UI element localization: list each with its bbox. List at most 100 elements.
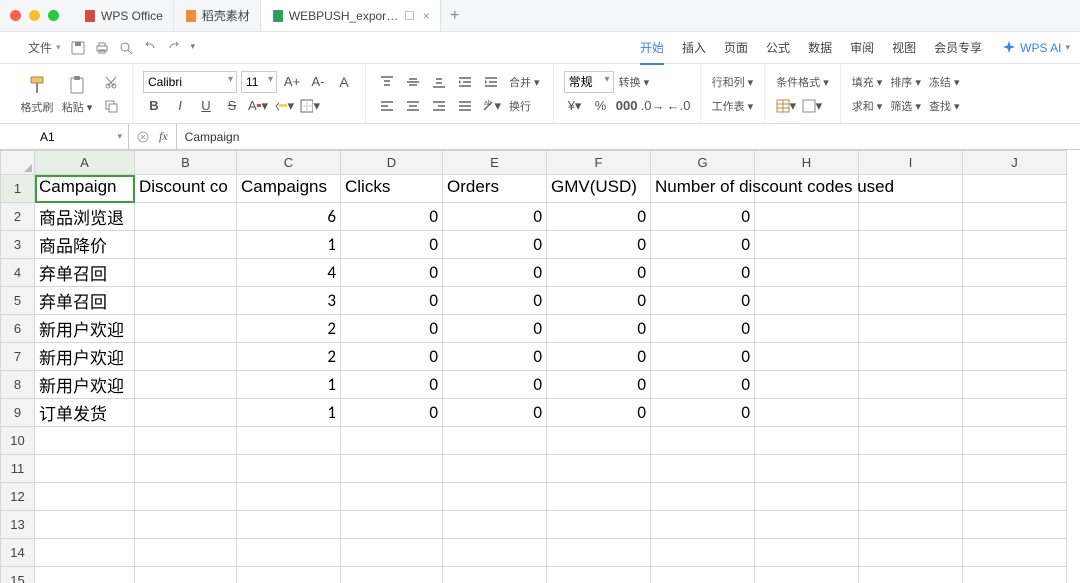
cell[interactable]: 0	[651, 371, 755, 399]
cell[interactable]	[651, 483, 755, 511]
autosum-button[interactable]: 求和 ▾	[851, 95, 884, 117]
cell[interactable]: 0	[651, 315, 755, 343]
cell[interactable]	[135, 231, 237, 259]
cell[interactable]	[963, 343, 1067, 371]
orientation-button[interactable]: ab▾	[480, 95, 502, 117]
cell[interactable]: 1	[237, 371, 341, 399]
strike-button[interactable]: S	[221, 95, 243, 117]
col-header[interactable]: G	[651, 151, 755, 175]
cell[interactable]	[859, 455, 963, 483]
cell[interactable]: 0	[547, 315, 651, 343]
cell[interactable]	[443, 511, 547, 539]
cell[interactable]	[443, 539, 547, 567]
undo-icon[interactable]	[143, 41, 157, 55]
cell[interactable]: 0	[341, 399, 443, 427]
cell[interactable]	[547, 483, 651, 511]
cell[interactable]	[963, 399, 1067, 427]
cell[interactable]	[963, 259, 1067, 287]
cell[interactable]: 0	[443, 399, 547, 427]
cell[interactable]: 商品浏览退	[35, 203, 135, 231]
indent-left-button[interactable]	[454, 71, 476, 93]
cell[interactable]	[859, 371, 963, 399]
col-header[interactable]: H	[755, 151, 859, 175]
cell[interactable]	[547, 567, 651, 583]
cell[interactable]: 弃单召回	[35, 259, 135, 287]
comma-button[interactable]: 000	[616, 95, 638, 117]
col-header[interactable]: A	[35, 151, 135, 175]
fill-color-button[interactable]: ▾	[273, 95, 295, 117]
cell[interactable]	[547, 539, 651, 567]
cell[interactable]	[341, 539, 443, 567]
row-header[interactable]: 9	[1, 399, 35, 427]
file-menu[interactable]: 文件 ▾	[10, 39, 61, 56]
cell[interactable]: 0	[341, 259, 443, 287]
cell[interactable]	[755, 175, 859, 203]
filter-button[interactable]: 筛选 ▾	[889, 95, 922, 117]
cancel-formula-icon[interactable]	[137, 131, 149, 143]
row-header[interactable]: 4	[1, 259, 35, 287]
copy-button[interactable]	[100, 95, 122, 117]
cell[interactable]	[859, 343, 963, 371]
close-window-icon[interactable]	[10, 10, 21, 21]
wps-ai-button[interactable]: WPS AI ▾	[1002, 41, 1070, 55]
col-header[interactable]: B	[135, 151, 237, 175]
cell[interactable]	[135, 203, 237, 231]
font-name-input[interactable]	[143, 71, 237, 93]
cell[interactable]	[237, 567, 341, 583]
cell[interactable]	[755, 287, 859, 315]
cell[interactable]	[963, 371, 1067, 399]
cell[interactable]	[35, 427, 135, 455]
dec-dec-button[interactable]: ←.0	[668, 95, 690, 117]
cell[interactable]: 新用户欢迎	[35, 343, 135, 371]
cell[interactable]	[135, 427, 237, 455]
cell[interactable]: 4	[237, 259, 341, 287]
cell[interactable]: 0	[341, 231, 443, 259]
col-header[interactable]: C	[237, 151, 341, 175]
cell[interactable]	[135, 511, 237, 539]
paste-button[interactable]: 粘贴 ▾	[60, 73, 94, 115]
cell[interactable]	[341, 427, 443, 455]
freeze-button[interactable]: 冻结 ▾	[928, 71, 961, 93]
cell[interactable]	[963, 203, 1067, 231]
cell[interactable]: 0	[547, 203, 651, 231]
indent-right-button[interactable]	[480, 71, 502, 93]
cell[interactable]: 1	[237, 399, 341, 427]
cell[interactable]: 1	[237, 231, 341, 259]
cell[interactable]: 0	[443, 371, 547, 399]
ribbon-tab[interactable]: 数据	[808, 39, 832, 56]
cell[interactable]	[237, 427, 341, 455]
cell[interactable]	[651, 539, 755, 567]
row-header[interactable]: 2	[1, 203, 35, 231]
cell[interactable]	[651, 511, 755, 539]
cell[interactable]: 0	[443, 343, 547, 371]
cell[interactable]	[341, 511, 443, 539]
currency-button[interactable]: ¥▾	[564, 95, 586, 117]
cell[interactable]: GMV(USD)	[547, 175, 651, 203]
cell[interactable]	[547, 455, 651, 483]
cell[interactable]: 0	[341, 203, 443, 231]
cell[interactable]: 0	[443, 287, 547, 315]
cell[interactable]	[135, 567, 237, 583]
cell[interactable]: 0	[443, 259, 547, 287]
cond-format-button[interactable]: 条件格式 ▾	[775, 71, 830, 93]
cell[interactable]: 0	[547, 259, 651, 287]
cell[interactable]: Number of discount codes used	[651, 175, 755, 203]
cell[interactable]	[443, 455, 547, 483]
cell[interactable]	[963, 231, 1067, 259]
cell[interactable]	[341, 455, 443, 483]
cell[interactable]: 0	[341, 315, 443, 343]
worksheet-button[interactable]: 工作表 ▾	[711, 95, 755, 117]
row-header[interactable]: 6	[1, 315, 35, 343]
cell[interactable]	[859, 427, 963, 455]
cell[interactable]	[755, 455, 859, 483]
cell[interactable]: 0	[651, 287, 755, 315]
cell[interactable]	[859, 231, 963, 259]
cell[interactable]: 0	[547, 371, 651, 399]
print-icon[interactable]	[95, 41, 109, 55]
cell[interactable]	[755, 567, 859, 583]
close-tab-icon[interactable]: ×	[423, 9, 430, 23]
ribbon-tab[interactable]: 公式	[766, 39, 790, 56]
row-header[interactable]: 12	[1, 483, 35, 511]
cell-style-button[interactable]: ▾	[801, 95, 823, 117]
cell[interactable]	[237, 483, 341, 511]
